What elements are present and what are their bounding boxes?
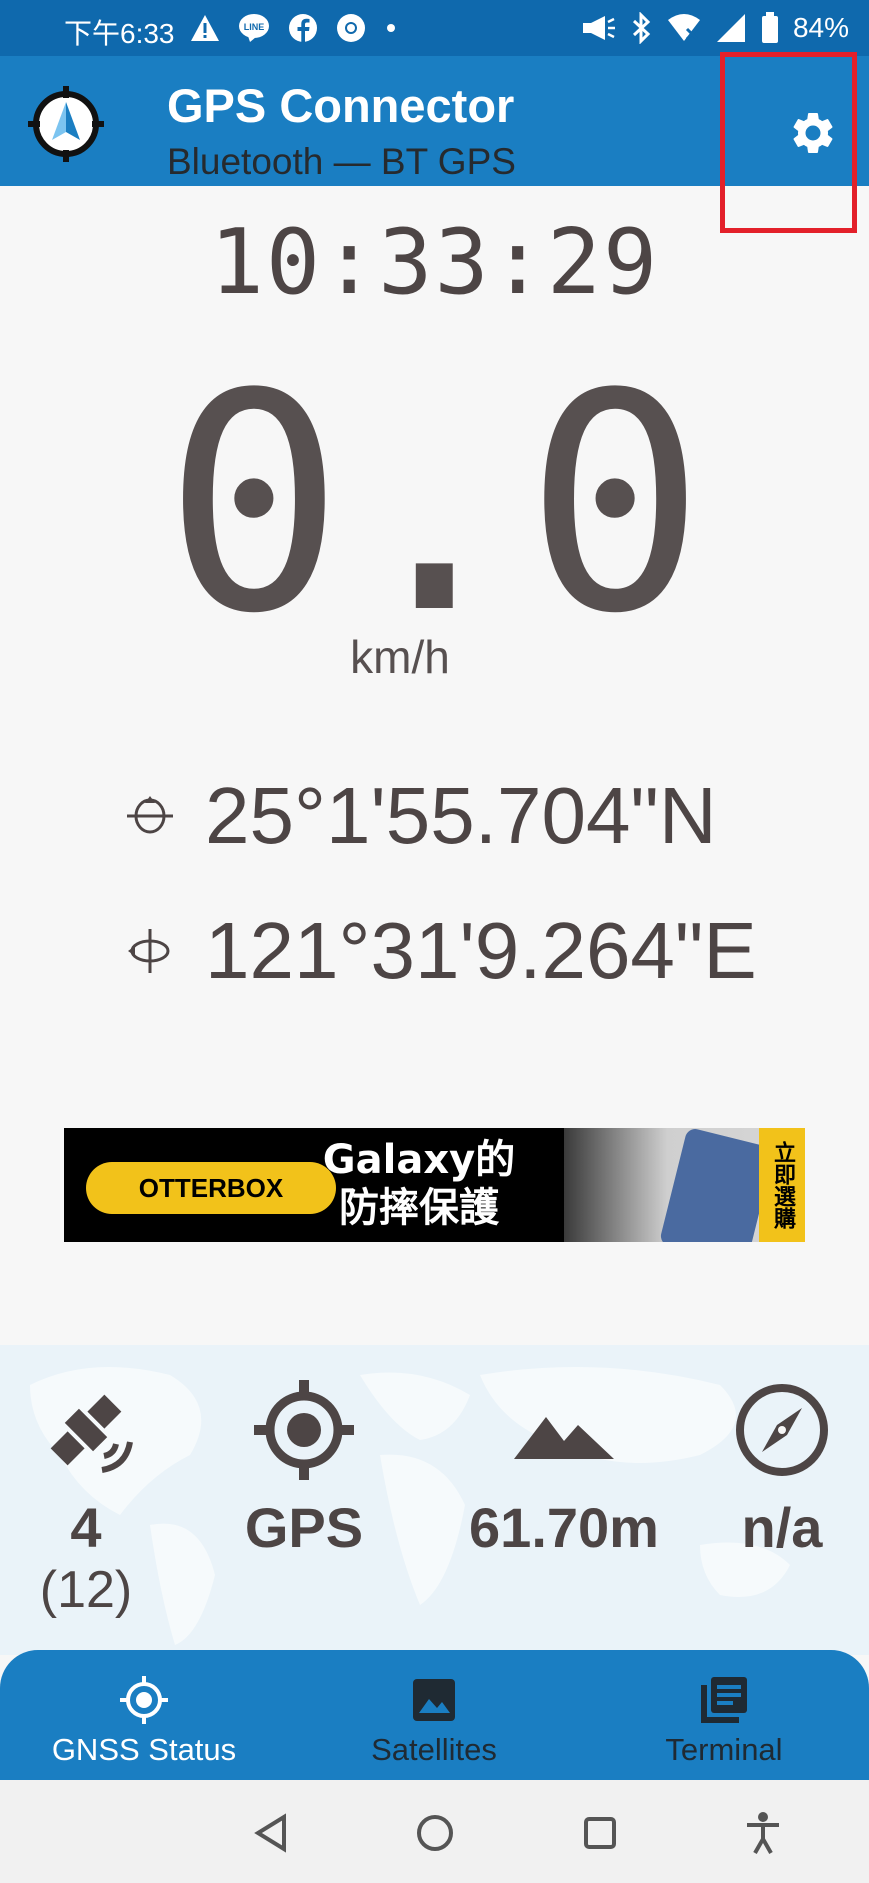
home-button[interactable] — [410, 1808, 460, 1858]
bearing-value: n/a — [741, 1496, 823, 1559]
satellites-total: (12) — [39, 1561, 133, 1619]
gps-clock: 10:33:29 — [209, 210, 660, 315]
speed-value: 0.0 — [163, 330, 706, 679]
signal-icon — [716, 14, 745, 42]
home-circle-icon — [417, 1815, 453, 1851]
recents-button[interactable] — [575, 1808, 625, 1858]
longitude-row: 121°31'9.264"E — [125, 905, 757, 997]
line-icon: LINE — [239, 14, 269, 42]
status-time: 下午6:33 — [64, 18, 175, 49]
fix-type: GPS — [244, 1496, 364, 1559]
app-subtitle: Bluetooth — BT GPS — [167, 141, 516, 182]
gps-fixed-icon — [254, 1380, 354, 1480]
ad-side-tag: 立即選購 — [759, 1128, 805, 1242]
latitude-row: 25°1'55.704"N — [125, 770, 717, 862]
system-icons: 84% — [581, 8, 849, 48]
tab-satellites-label: Satellites — [371, 1732, 497, 1767]
accessibility-icon — [747, 1812, 779, 1854]
longitude-value: 121°31'9.264"E — [205, 906, 757, 995]
back-button[interactable] — [245, 1808, 295, 1858]
satellite-icon — [50, 1394, 133, 1473]
ad-headline-line2: 防摔保護 — [339, 1185, 499, 1231]
compass-icon — [736, 1384, 828, 1476]
bearing-stat: n/a — [682, 1375, 869, 1560]
tab-gnss-status-label: GNSS Status — [51, 1732, 237, 1767]
app-title: GPS Connector — [167, 79, 515, 132]
back-triangle-icon — [254, 1813, 286, 1853]
app-logo-icon — [28, 86, 104, 162]
altitude-value: 61.70m — [469, 1496, 659, 1559]
image-icon — [413, 1679, 455, 1721]
satellite-count-stat: 4 (12) — [0, 1375, 186, 1620]
recents-square-icon — [584, 1817, 616, 1849]
speed-unit: km/h — [350, 631, 450, 683]
tab-satellites[interactable]: Satellites — [324, 1674, 544, 1768]
tab-terminal-label: Terminal — [665, 1732, 783, 1767]
battery-icon — [761, 12, 778, 43]
tab-terminal[interactable]: Terminal — [614, 1674, 834, 1768]
crosshair-icon — [120, 1676, 168, 1724]
satellites-used: 4 — [70, 1496, 102, 1559]
tab-gnss-status[interactable]: GNSS Status — [34, 1674, 254, 1768]
wifi-icon — [667, 14, 700, 41]
dot-icon — [387, 24, 395, 32]
ad-banner[interactable]: OTTERBOX Galaxy的 防摔保護 立即選購 — [64, 1128, 805, 1242]
battery-percent: 84% — [792, 12, 849, 43]
svg-text:LINE: LINE — [244, 22, 265, 32]
altitude-stat: 61.70m — [464, 1375, 664, 1560]
ad-headline-line1: Galaxy的 — [322, 1137, 516, 1183]
bluetooth-icon — [632, 12, 651, 44]
megaphone-icon — [582, 16, 615, 40]
warning-icon — [191, 15, 219, 41]
ad-headline: Galaxy的 防摔保護 — [319, 1136, 519, 1232]
bottom-navigation: GNSS Status Satellites Terminal — [0, 1650, 869, 1780]
facebook-icon — [289, 14, 317, 43]
ad-brand-logo: OTTERBOX — [86, 1162, 336, 1214]
highlight-box — [720, 52, 857, 233]
status-bar: 下午6:33 LINE 84% — [0, 0, 869, 56]
fix-type-stat: GPS — [204, 1375, 404, 1560]
latitude-value: 25°1'55.704"N — [205, 771, 717, 860]
accessibility-button[interactable] — [738, 1808, 788, 1858]
chrome-icon — [337, 14, 365, 42]
system-navigation-bar — [0, 1780, 869, 1883]
mountain-icon — [514, 1417, 614, 1459]
longitude-icon — [128, 929, 170, 973]
library-icon — [701, 1677, 747, 1723]
latitude-icon — [127, 796, 173, 834]
notification-icons: LINE — [190, 10, 398, 46]
